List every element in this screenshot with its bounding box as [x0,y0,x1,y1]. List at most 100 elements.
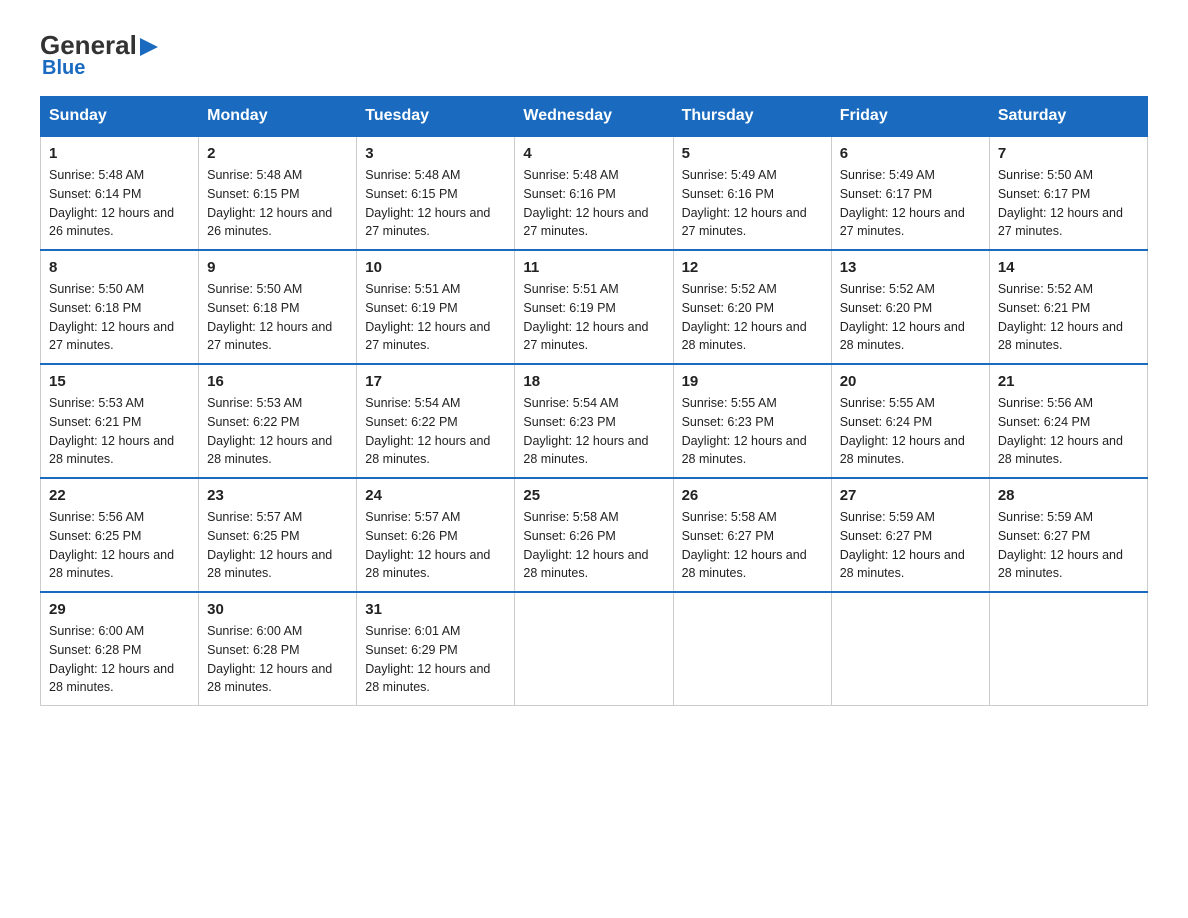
day-cell: 6 Sunrise: 5:49 AMSunset: 6:17 PMDaylight… [831,136,989,250]
day-info: Sunrise: 5:58 AMSunset: 6:26 PMDaylight:… [523,508,664,583]
header-cell-sunday: Sunday [41,97,199,137]
day-cell: 12Sunrise: 5:52 AMSunset: 6:20 PMDayligh… [673,250,831,364]
day-cell: 20Sunrise: 5:55 AMSunset: 6:24 PMDayligh… [831,364,989,478]
day-cell [831,592,989,706]
logo-blue: Blue [40,57,85,80]
day-info: Sunrise: 5:52 AMSunset: 6:21 PMDaylight:… [998,280,1139,355]
day-cell: 26 Sunrise: 5:58 AMSunset: 6:27 PMDayligh… [673,478,831,592]
day-number: 14 [998,259,1139,276]
day-cell: 24Sunrise: 5:57 AMSunset: 6:26 PMDayligh… [357,478,515,592]
calendar-body: 1 Sunrise: 5:48 AMSunset: 6:14 PMDaylight… [41,136,1148,706]
day-info: Sunrise: 5:57 AMSunset: 6:26 PMDaylight:… [365,508,506,583]
day-number: 10 [365,259,506,276]
day-cell: 1 Sunrise: 5:48 AMSunset: 6:14 PMDaylight… [41,136,199,250]
day-info: Sunrise: 5:58 AMSunset: 6:27 PMDaylight:… [682,508,823,583]
page-header: General Blue [40,30,1148,80]
day-number: 19 [682,373,823,390]
day-number: 27 [840,487,981,504]
day-info: Sunrise: 6:00 AMSunset: 6:28 PMDaylight:… [49,622,190,697]
day-number: 5 [682,145,823,162]
day-number: 30 [207,601,348,618]
header-cell-monday: Monday [199,97,357,137]
day-info: Sunrise: 5:49 AMSunset: 6:17 PMDaylight:… [840,166,981,241]
day-cell: 5 Sunrise: 5:49 AMSunset: 6:16 PMDaylight… [673,136,831,250]
day-cell: 30 Sunrise: 6:00 AMSunset: 6:28 PMDayligh… [199,592,357,706]
week-row-4: 22 Sunrise: 5:56 AMSunset: 6:25 PMDayligh… [41,478,1148,592]
calendar-table: SundayMondayTuesdayWednesdayThursdayFrid… [40,96,1148,706]
day-cell: 25Sunrise: 5:58 AMSunset: 6:26 PMDayligh… [515,478,673,592]
day-info: Sunrise: 6:01 AMSunset: 6:29 PMDaylight:… [365,622,506,697]
day-cell: 13 Sunrise: 5:52 AMSunset: 6:20 PMDayligh… [831,250,989,364]
day-number: 15 [49,373,190,390]
day-info: Sunrise: 5:48 AMSunset: 6:15 PMDaylight:… [207,166,348,241]
day-cell: 19 Sunrise: 5:55 AMSunset: 6:23 PMDayligh… [673,364,831,478]
day-number: 21 [998,373,1139,390]
day-cell: 28 Sunrise: 5:59 AMSunset: 6:27 PMDayligh… [989,478,1147,592]
day-info: Sunrise: 5:56 AMSunset: 6:24 PMDaylight:… [998,394,1139,469]
day-info: Sunrise: 5:48 AMSunset: 6:16 PMDaylight:… [523,166,664,241]
day-info: Sunrise: 5:51 AMSunset: 6:19 PMDaylight:… [365,280,506,355]
day-info: Sunrise: 5:53 AMSunset: 6:21 PMDaylight:… [49,394,190,469]
day-info: Sunrise: 5:52 AMSunset: 6:20 PMDaylight:… [840,280,981,355]
calendar-header: SundayMondayTuesdayWednesdayThursdayFrid… [41,97,1148,137]
day-number: 31 [365,601,506,618]
day-cell: 17Sunrise: 5:54 AMSunset: 6:22 PMDayligh… [357,364,515,478]
day-cell: 23 Sunrise: 5:57 AMSunset: 6:25 PMDayligh… [199,478,357,592]
day-info: Sunrise: 5:56 AMSunset: 6:25 PMDaylight:… [49,508,190,583]
day-info: Sunrise: 5:54 AMSunset: 6:22 PMDaylight:… [365,394,506,469]
day-info: Sunrise: 5:48 AMSunset: 6:15 PMDaylight:… [365,166,506,241]
week-row-3: 15 Sunrise: 5:53 AMSunset: 6:21 PMDayligh… [41,364,1148,478]
day-info: Sunrise: 5:59 AMSunset: 6:27 PMDaylight:… [840,508,981,583]
day-cell: 8 Sunrise: 5:50 AMSunset: 6:18 PMDaylight… [41,250,199,364]
day-number: 6 [840,145,981,162]
day-number: 22 [49,487,190,504]
day-cell [989,592,1147,706]
day-info: Sunrise: 5:54 AMSunset: 6:23 PMDaylight:… [523,394,664,469]
day-info: Sunrise: 6:00 AMSunset: 6:28 PMDaylight:… [207,622,348,697]
day-cell: 7Sunrise: 5:50 AMSunset: 6:17 PMDaylight… [989,136,1147,250]
day-cell: 27 Sunrise: 5:59 AMSunset: 6:27 PMDayligh… [831,478,989,592]
day-cell: 29 Sunrise: 6:00 AMSunset: 6:28 PMDayligh… [41,592,199,706]
day-cell: 31 Sunrise: 6:01 AMSunset: 6:29 PMDayligh… [357,592,515,706]
day-info: Sunrise: 5:55 AMSunset: 6:24 PMDaylight:… [840,394,981,469]
day-number: 11 [523,259,664,276]
day-number: 2 [207,145,348,162]
day-number: 3 [365,145,506,162]
day-number: 12 [682,259,823,276]
week-row-2: 8 Sunrise: 5:50 AMSunset: 6:18 PMDaylight… [41,250,1148,364]
day-info: Sunrise: 5:57 AMSunset: 6:25 PMDaylight:… [207,508,348,583]
day-number: 13 [840,259,981,276]
day-cell: 10 Sunrise: 5:51 AMSunset: 6:19 PMDayligh… [357,250,515,364]
header-cell-saturday: Saturday [989,97,1147,137]
day-info: Sunrise: 5:53 AMSunset: 6:22 PMDaylight:… [207,394,348,469]
day-cell: 3 Sunrise: 5:48 AMSunset: 6:15 PMDaylight… [357,136,515,250]
day-number: 29 [49,601,190,618]
day-info: Sunrise: 5:59 AMSunset: 6:27 PMDaylight:… [998,508,1139,583]
day-number: 18 [523,373,664,390]
day-info: Sunrise: 5:51 AMSunset: 6:19 PMDaylight:… [523,280,664,355]
day-cell [673,592,831,706]
day-cell: 9Sunrise: 5:50 AMSunset: 6:18 PMDaylight… [199,250,357,364]
day-number: 23 [207,487,348,504]
day-number: 4 [523,145,664,162]
day-info: Sunrise: 5:48 AMSunset: 6:14 PMDaylight:… [49,166,190,241]
day-cell: 4 Sunrise: 5:48 AMSunset: 6:16 PMDaylight… [515,136,673,250]
header-cell-tuesday: Tuesday [357,97,515,137]
day-number: 8 [49,259,190,276]
day-info: Sunrise: 5:49 AMSunset: 6:16 PMDaylight:… [682,166,823,241]
day-cell [515,592,673,706]
day-number: 26 [682,487,823,504]
day-number: 1 [49,145,190,162]
header-row: SundayMondayTuesdayWednesdayThursdayFrid… [41,97,1148,137]
header-cell-thursday: Thursday [673,97,831,137]
day-info: Sunrise: 5:50 AMSunset: 6:18 PMDaylight:… [49,280,190,355]
day-cell: 22 Sunrise: 5:56 AMSunset: 6:25 PMDayligh… [41,478,199,592]
day-number: 7 [998,145,1139,162]
day-cell: 18 Sunrise: 5:54 AMSunset: 6:23 PMDayligh… [515,364,673,478]
header-cell-friday: Friday [831,97,989,137]
day-number: 28 [998,487,1139,504]
day-info: Sunrise: 5:50 AMSunset: 6:18 PMDaylight:… [207,280,348,355]
logo: General Blue [40,30,159,80]
logo-triangle [140,30,158,61]
day-info: Sunrise: 5:55 AMSunset: 6:23 PMDaylight:… [682,394,823,469]
